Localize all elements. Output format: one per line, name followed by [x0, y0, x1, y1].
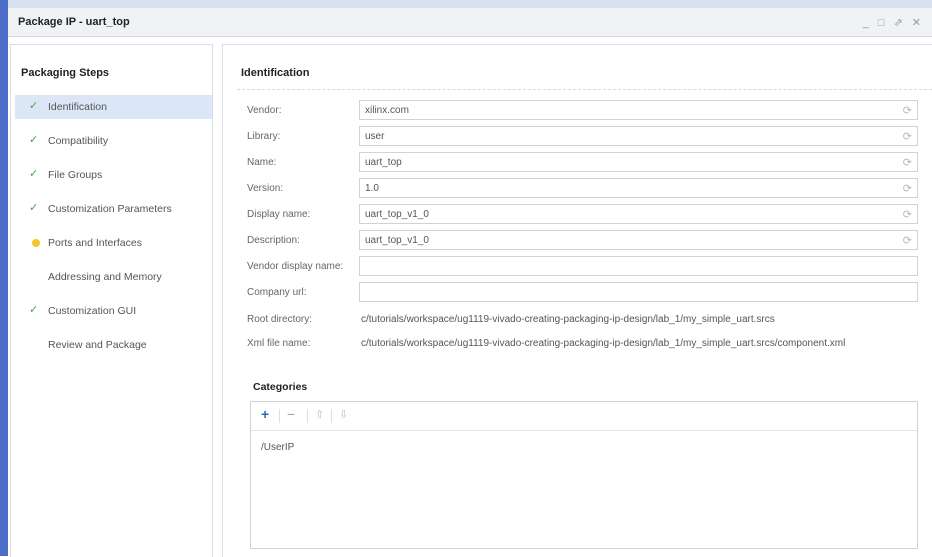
window-title: Package IP - uart_top [18, 16, 130, 28]
warning-dot-icon [32, 239, 40, 247]
category-item[interactable]: /UserIP [261, 442, 294, 453]
check-icon: ✓ [29, 168, 39, 180]
vendor-display-name-field[interactable] [359, 256, 918, 276]
step-compatibility[interactable]: ✓ Compatibility [15, 129, 212, 153]
root-directory-value: c/tutorials/workspace/ug1119-vivado-crea… [361, 314, 775, 325]
remove-category-button[interactable]: − [287, 406, 295, 422]
step-label: Customization GUI [48, 305, 137, 317]
refresh-icon[interactable]: ⟳ [903, 208, 912, 221]
version-value: 1.0 [365, 183, 379, 194]
xml-file-name-value: c/tutorials/workspace/ug1119-vivado-crea… [361, 338, 846, 349]
vendor-value: xilinx.com [365, 105, 409, 116]
step-addressing-and-memory[interactable]: Addressing and Memory [15, 265, 212, 289]
step-file-groups[interactable]: ✓ File Groups [15, 163, 212, 187]
display-name-label: Display name: [247, 209, 311, 220]
window-frame-left [0, 0, 8, 556]
name-field[interactable]: uart_top ⟳ [359, 152, 918, 172]
refresh-icon[interactable]: ⟳ [903, 104, 912, 117]
check-icon: ✓ [29, 304, 39, 316]
move-up-button[interactable]: ⇧ [315, 408, 324, 421]
step-label: Compatibility [48, 135, 109, 147]
section-title: Identification [241, 67, 310, 79]
refresh-icon[interactable]: ⟳ [903, 182, 912, 195]
step-label: Customization Parameters [48, 203, 172, 215]
check-icon: ✓ [29, 100, 39, 112]
refresh-icon[interactable]: ⟳ [903, 234, 912, 247]
categories-toolbar: + − ⇧ ⇩ [251, 402, 917, 431]
toolbar-divider [331, 409, 332, 423]
window-frame-top [0, 0, 932, 8]
step-ports-and-interfaces[interactable]: Ports and Interfaces [15, 231, 212, 255]
root-directory-label: Root directory: [247, 314, 313, 325]
title-bar: Package IP - uart_top _ □ ⇗ ✕ [8, 8, 932, 37]
check-icon: ✓ [29, 134, 39, 146]
display-name-value: uart_top_v1_0 [365, 209, 429, 220]
step-identification[interactable]: ✓ Identification [15, 95, 212, 119]
toolbar-divider [279, 409, 280, 423]
section-divider [237, 89, 932, 90]
vendor-field[interactable]: xilinx.com ⟳ [359, 100, 918, 120]
add-category-button[interactable]: + [261, 406, 269, 422]
version-label: Version: [247, 183, 284, 194]
identification-panel: Identification Vendor: xilinx.com ⟳ Libr… [222, 44, 932, 557]
company-url-field[interactable] [359, 282, 918, 302]
description-value: uart_top_v1_0 [365, 235, 429, 246]
version-field[interactable]: 1.0 ⟳ [359, 178, 918, 198]
step-label: Review and Package [48, 339, 147, 351]
name-value: uart_top [365, 157, 402, 168]
step-review-and-package[interactable]: Review and Package [15, 333, 212, 357]
xml-file-name-label: Xml file name: [247, 338, 311, 349]
step-customization-parameters[interactable]: ✓ Customization Parameters [15, 197, 212, 221]
check-icon: ✓ [29, 202, 39, 214]
move-down-button[interactable]: ⇩ [339, 408, 348, 421]
refresh-icon[interactable]: ⟳ [903, 156, 912, 169]
vendor-label: Vendor: [247, 105, 282, 116]
categories-box: + − ⇧ ⇩ /UserIP [250, 401, 918, 549]
step-customization-gui[interactable]: ✓ Customization GUI [15, 299, 212, 323]
refresh-icon[interactable]: ⟳ [903, 130, 912, 143]
toolbar-divider [307, 409, 308, 423]
library-field[interactable]: user ⟳ [359, 126, 918, 146]
library-label: Library: [247, 131, 281, 142]
company-url-label: Company url: [247, 287, 307, 298]
name-label: Name: [247, 157, 277, 168]
step-label: File Groups [48, 169, 103, 181]
step-label: Ports and Interfaces [48, 237, 142, 249]
packaging-steps-panel: Packaging Steps ✓ Identification ✓ Compa… [10, 44, 213, 557]
window-controls[interactable]: _ □ ⇗ ✕ [863, 16, 924, 29]
description-label: Description: [247, 235, 300, 246]
description-field[interactable]: uart_top_v1_0 ⟳ [359, 230, 918, 250]
library-value: user [365, 131, 385, 142]
step-label: Addressing and Memory [48, 271, 162, 283]
step-label: Identification [48, 101, 107, 113]
vendor-display-name-label: Vendor display name: [247, 261, 344, 272]
display-name-field[interactable]: uart_top_v1_0 ⟳ [359, 204, 918, 224]
categories-title: Categories [253, 381, 308, 393]
packaging-steps-title: Packaging Steps [21, 67, 110, 79]
